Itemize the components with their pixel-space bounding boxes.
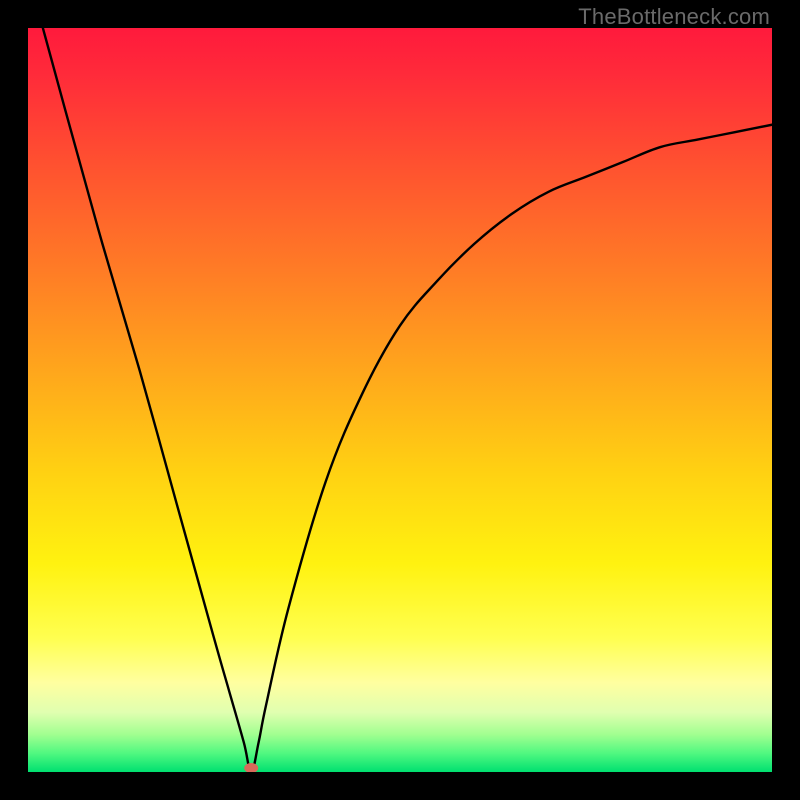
outer-frame: TheBottleneck.com: [0, 0, 800, 800]
watermark-text: TheBottleneck.com: [578, 4, 770, 30]
plot-area: [28, 28, 772, 772]
gradient-background: [28, 28, 772, 772]
chart-svg: [28, 28, 772, 772]
